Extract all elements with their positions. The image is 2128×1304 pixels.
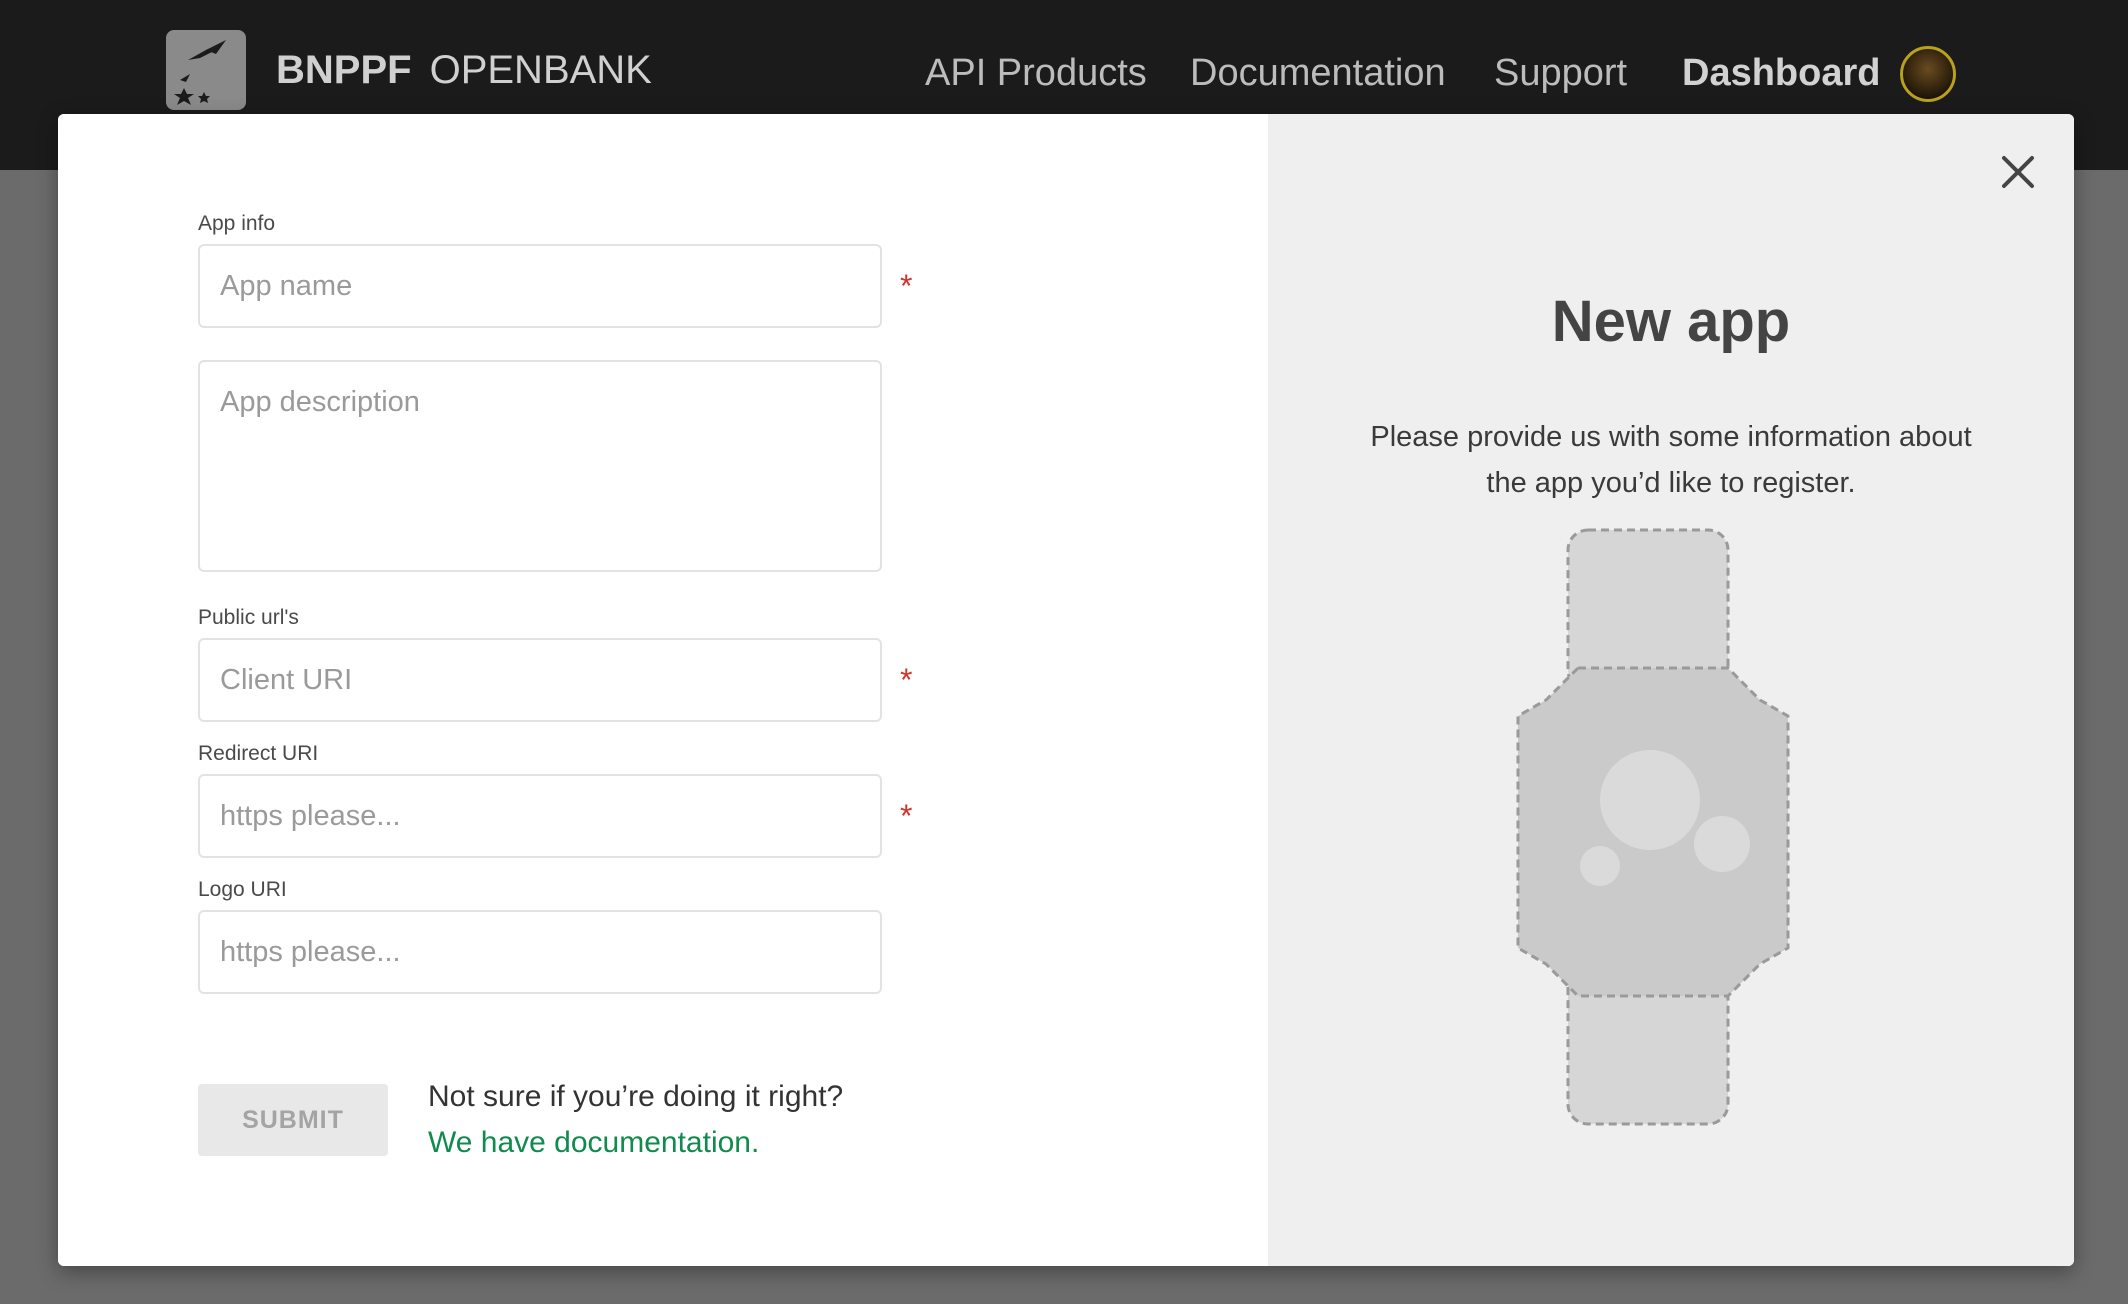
brand-bold: BNPPF <box>276 48 412 92</box>
nav-documentation[interactable]: Documentation <box>1190 52 1446 95</box>
bnp-birds-logo-icon[interactable] <box>166 30 246 110</box>
close-icon[interactable] <box>1996 150 2040 194</box>
smartwatch-illustration-icon <box>1508 528 1838 1128</box>
redirect-uri-input[interactable] <box>198 774 882 858</box>
app-info-label: App info <box>198 212 276 235</box>
logo-uri-label: Logo URI <box>198 878 287 901</box>
redirect-uri-label: Redirect URI <box>198 742 319 765</box>
client-uri-required-marker: * <box>900 662 913 698</box>
documentation-link[interactable]: We have documentation. <box>428 1126 759 1160</box>
public-urls-label: Public url's <box>198 606 299 629</box>
user-avatar[interactable] <box>1900 46 1956 102</box>
panel-title: New app <box>1551 289 1791 354</box>
submit-button[interactable]: SUBMIT <box>198 1084 388 1156</box>
app-form: App info * Public url's * Redirect URI *… <box>58 114 1268 1266</box>
logo-uri-input[interactable] <box>198 910 882 994</box>
nav-support[interactable]: Support <box>1494 52 1627 95</box>
nav-api-products[interactable]: API Products <box>925 52 1147 95</box>
info-panel: New app Please provide us with some info… <box>1268 114 2074 1266</box>
new-app-modal: App info * Public url's * Redirect URI *… <box>58 114 2074 1266</box>
app-description-input[interactable] <box>198 360 882 572</box>
nav-dashboard[interactable]: Dashboard <box>1682 52 1880 95</box>
app-name-input[interactable] <box>198 244 882 328</box>
brand-name[interactable]: BNPPF OPENBANK <box>276 48 652 93</box>
client-uri-input[interactable] <box>198 638 882 722</box>
help-text: Not sure if you’re doing it right? <box>428 1080 844 1113</box>
panel-description: Please provide us with some information … <box>1370 421 1972 499</box>
brand-light: OPENBANK <box>429 48 652 92</box>
app-name-required-marker: * <box>900 268 913 304</box>
redirect-uri-required-marker: * <box>900 798 913 834</box>
